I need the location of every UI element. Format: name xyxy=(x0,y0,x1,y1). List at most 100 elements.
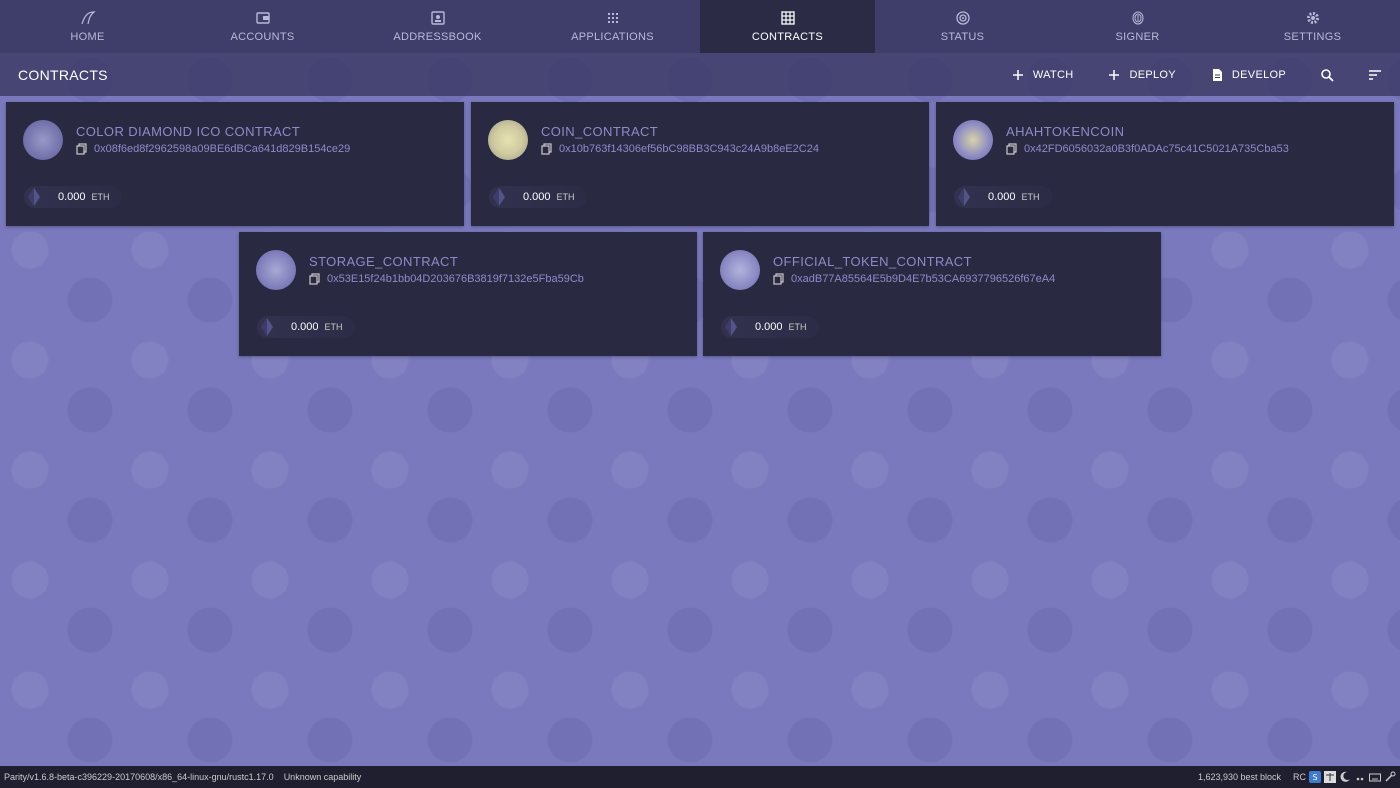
nav-addressbook[interactable]: ADDRESSBOOK xyxy=(350,0,525,53)
chinese-input-icon[interactable] xyxy=(1324,771,1336,783)
nav-label: HOME xyxy=(70,31,105,43)
status-bar: Parity/v1.6.8-beta-c396229-20170608/x86_… xyxy=(0,766,1400,788)
nav-applications[interactable]: APPLICATIONS xyxy=(525,0,700,53)
nav-settings[interactable]: SETTINGS xyxy=(1225,0,1400,53)
balance-value: 0.000 xyxy=(988,191,1016,203)
balance-value: 0.000 xyxy=(523,191,551,203)
copy-icon[interactable] xyxy=(309,273,321,285)
copy-icon[interactable] xyxy=(1006,143,1018,155)
balance-unit: ETH xyxy=(324,322,343,332)
table-grid-icon xyxy=(780,10,796,26)
parity-logo-icon xyxy=(80,10,96,26)
balance-unit: ETH xyxy=(1021,192,1040,202)
capability-text: Unknown capability xyxy=(283,772,362,782)
status-right: 1,623,930 best block RC S xyxy=(1198,771,1400,783)
contract-name[interactable]: STORAGE_CONTRACT xyxy=(309,254,458,269)
input-method-icon[interactable]: S xyxy=(1309,771,1321,783)
ethereum-icon xyxy=(958,188,970,206)
address-text: 0xadB77A85564E5b9D4E7b53CA6937796526f67e… xyxy=(791,273,1056,285)
sort-icon xyxy=(1369,69,1381,80)
copy-icon[interactable] xyxy=(541,143,553,155)
identicon-icon xyxy=(256,250,296,290)
main-nav: HOME ACCOUNTS ADDRESSBOOK APPLICATIONS C… xyxy=(0,0,1400,53)
contract-card[interactable]: COLOR DIAMOND ICO CONTRACT 0x08f6ed8f296… xyxy=(6,102,464,226)
address-text: 0x42FD6056032a0B3f0ADAc75c41C5021A735Cba… xyxy=(1024,143,1289,155)
block-number: 1,623,930 best block xyxy=(1197,772,1281,782)
plus-icon xyxy=(1109,69,1120,80)
nav-accounts[interactable]: ACCOUNTS xyxy=(175,0,350,53)
system-tray: RC S xyxy=(1293,771,1396,783)
nav-contracts[interactable]: CONTRACTS xyxy=(700,0,875,53)
balance-value: 0.000 xyxy=(291,321,319,333)
status-signal-icon xyxy=(955,10,971,26)
contract-card[interactable]: OFFICIAL_TOKEN_CONTRACT 0xadB77A85564E5b… xyxy=(703,232,1161,356)
deploy-label: DEPLOY xyxy=(1129,68,1176,81)
identicon-icon xyxy=(720,250,760,290)
wallet-icon xyxy=(255,10,271,26)
addressbook-icon xyxy=(430,10,446,26)
address-text: 0x53E15f24b1bb04D203676B3819f7132e5Fba59… xyxy=(327,273,584,285)
toolbar: WATCH DEPLOY DEVELOP xyxy=(977,53,1382,96)
contract-name[interactable]: COIN_CONTRACT xyxy=(541,124,658,139)
contract-card[interactable]: AHAHTOKENCOIN 0x42FD6056032a0B3f0ADAc75c… xyxy=(936,102,1394,226)
search-icon xyxy=(1321,68,1334,82)
document-icon xyxy=(1212,68,1222,81)
balance-unit: ETH xyxy=(556,192,575,202)
ethereum-icon xyxy=(261,318,273,336)
contract-address: 0x08f6ed8f2962598a09BE6dBCa641d829B154ce… xyxy=(76,143,350,155)
fingerprint-icon xyxy=(1130,10,1146,26)
deploy-button[interactable]: DEPLOY xyxy=(1107,68,1176,82)
copy-icon[interactable] xyxy=(76,143,88,155)
balance-chip: 0.000 ETH xyxy=(257,316,355,338)
contract-card[interactable]: STORAGE_CONTRACT 0x53E15f24b1bb04D203676… xyxy=(239,232,697,356)
balance-chip: 0.000 ETH xyxy=(721,316,819,338)
apps-grid-icon xyxy=(605,10,621,26)
watch-button[interactable]: WATCH xyxy=(1011,68,1074,82)
version-text: Parity/v1.6.8-beta-c396229-20170608/x86_… xyxy=(4,772,274,782)
contract-address: 0xadB77A85564E5b9D4E7b53CA6937796526f67e… xyxy=(773,273,1055,285)
balance-value: 0.000 xyxy=(755,321,783,333)
contract-address: 0x42FD6056032a0B3f0ADAc75c41C5021A735Cba… xyxy=(1006,143,1289,155)
settings-wrench-icon[interactable] xyxy=(1384,771,1396,783)
contract-name[interactable]: OFFICIAL_TOKEN_CONTRACT xyxy=(773,254,972,269)
develop-button[interactable]: DEVELOP xyxy=(1210,68,1286,82)
balance-chip: 0.000 ETH xyxy=(24,186,122,208)
nav-signer[interactable]: SIGNER xyxy=(1050,0,1225,53)
sort-button[interactable] xyxy=(1368,68,1382,82)
balance-value: 0.000 xyxy=(58,191,86,203)
plus-icon xyxy=(1012,69,1023,80)
punctuation-icon[interactable] xyxy=(1354,771,1366,783)
nav-label: ADDRESSBOOK xyxy=(393,31,482,43)
ethereum-icon xyxy=(725,318,737,336)
keyboard-icon[interactable] xyxy=(1369,771,1381,783)
ethereum-icon xyxy=(493,188,505,206)
balance-chip: 0.000 ETH xyxy=(489,186,587,208)
contract-address: 0x10b763f14306ef56bC98BB3C943c24A9b8eE2C… xyxy=(541,143,819,155)
search-button[interactable] xyxy=(1320,68,1334,82)
svg-text:S: S xyxy=(1312,773,1317,782)
tray-text: RC xyxy=(1293,772,1306,782)
balance-chip: 0.000 ETH xyxy=(954,186,1052,208)
copy-icon[interactable] xyxy=(773,273,785,285)
page-header: CONTRACTS WATCH DEPLOY DEVELOP xyxy=(0,53,1400,96)
nav-label: STATUS xyxy=(940,31,985,43)
nav-label: CONTRACTS xyxy=(751,31,824,43)
ethereum-icon xyxy=(28,188,40,206)
develop-label: DEVELOP xyxy=(1231,68,1286,81)
moon-icon[interactable] xyxy=(1339,771,1351,783)
identicon-icon xyxy=(23,120,63,160)
balance-unit: ETH xyxy=(788,322,807,332)
page-title: CONTRACTS xyxy=(18,66,108,83)
contract-card[interactable]: COIN_CONTRACT 0x10b763f14306ef56bC98BB3C… xyxy=(471,102,929,226)
identicon-icon xyxy=(488,120,528,160)
balance-unit: ETH xyxy=(91,192,110,202)
contract-address: 0x53E15f24b1bb04D203676B3819f7132e5Fba59… xyxy=(309,273,584,285)
address-text: 0x08f6ed8f2962598a09BE6dBCa641d829B154ce… xyxy=(94,143,351,155)
nav-label: APPLICATIONS xyxy=(571,31,654,43)
nav-status[interactable]: STATUS xyxy=(875,0,1050,53)
watch-label: WATCH xyxy=(1032,68,1074,81)
contract-name[interactable]: COLOR DIAMOND ICO CONTRACT xyxy=(76,124,300,139)
nav-home[interactable]: HOME xyxy=(0,0,175,53)
contract-name[interactable]: AHAHTOKENCOIN xyxy=(1006,124,1124,139)
gear-icon xyxy=(1305,10,1321,26)
